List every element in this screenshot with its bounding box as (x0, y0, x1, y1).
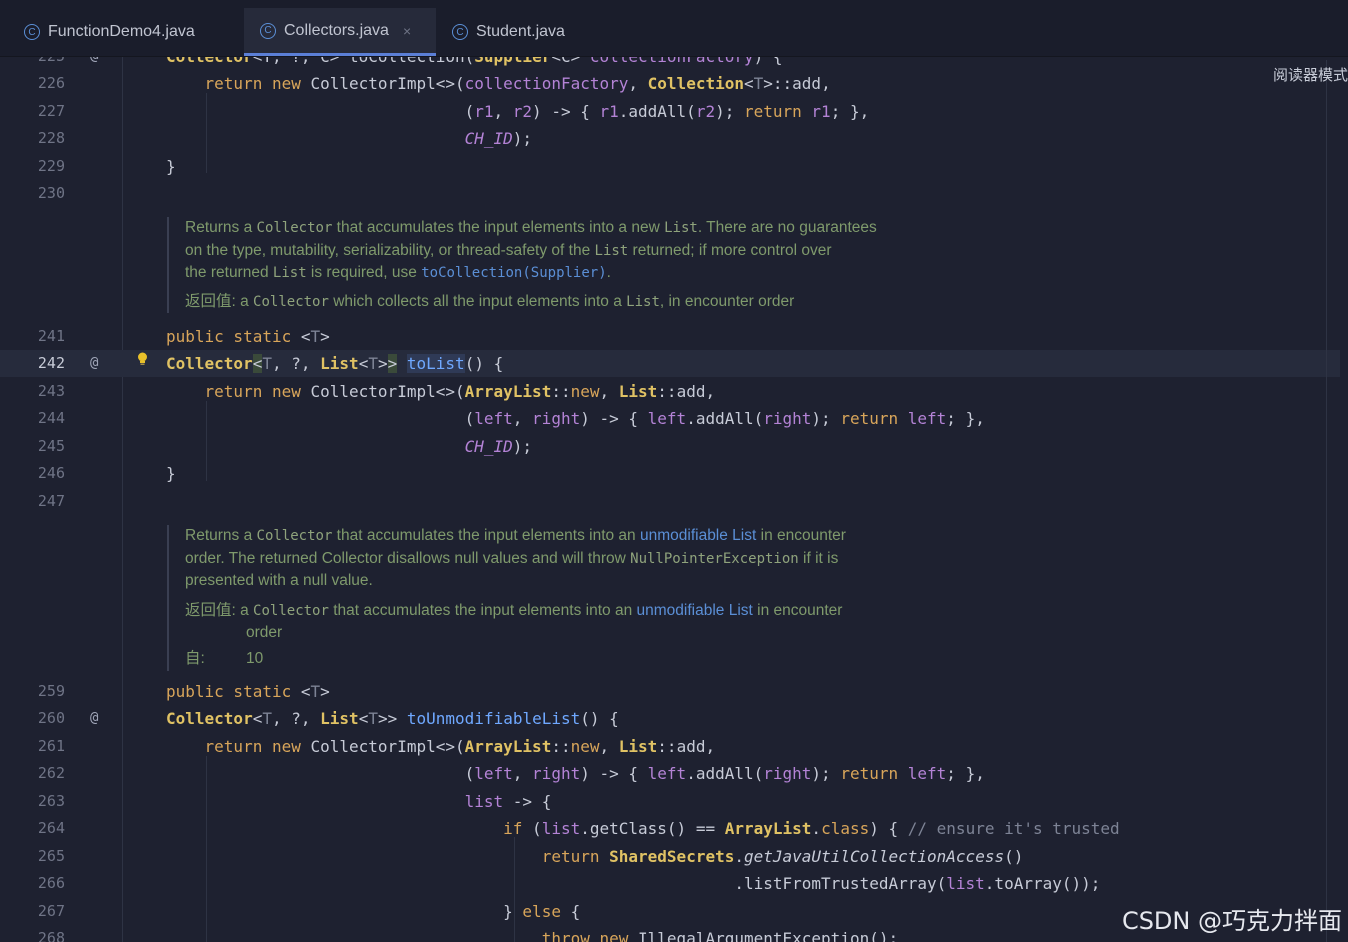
code-text: list -> { (464, 792, 552, 811)
doc-link[interactable]: toCollection(Supplier) (421, 265, 606, 281)
line-number: 261 (37, 737, 65, 755)
doc-line: the returned List is required, use toCol… (185, 264, 611, 281)
close-icon[interactable]: × (403, 23, 411, 39)
code-line-current: 242 @ Collector<T, ?, List<T>> toList() … (0, 350, 1340, 377)
code-line: 260 @ Collector<T, ?, List<T>> toUnmodif… (0, 705, 1340, 732)
override-icon: @ (90, 57, 98, 70)
tab-label: Collectors.java (284, 21, 389, 39)
code-line: 228 CH_ID); (0, 125, 1340, 152)
line-number: 226 (37, 74, 65, 92)
code-text: CH_ID); (464, 437, 533, 456)
doc-line: on the type, mutability, serializability… (185, 241, 832, 259)
line-number: 259 (37, 682, 65, 700)
code-text: public static <T> (166, 327, 330, 346)
doc-line: presented with a null value. (185, 572, 373, 589)
doc-line: Returns a Collector that accumulates the… (185, 527, 846, 544)
code-text: (left, right) -> { left.addAll(right); r… (166, 409, 985, 428)
line-number: 262 (37, 764, 65, 782)
code-text: return new CollectorImpl<>(collectionFac… (204, 74, 831, 93)
code-line: 244 (left, right) -> { left.addAll(right… (0, 405, 1340, 432)
override-icon: @ (90, 355, 99, 371)
code-line: 263 list -> { (0, 788, 1340, 815)
code-text: public static <T> (166, 682, 330, 701)
tab-functiondemo4[interactable]: C FunctionDemo4.java (24, 8, 195, 56)
doc-since: 自: 10 (185, 649, 264, 667)
line-number: 265 (37, 847, 65, 865)
line-number: 264 (37, 819, 65, 837)
code-line: 243 return new CollectorImpl<>(ArrayList… (0, 378, 1340, 405)
tab-student[interactable]: C Student.java (452, 8, 565, 56)
line-number: 245 (37, 437, 65, 455)
line-number: 241 (37, 327, 65, 345)
javadoc-block: Returns a Collector that accumulates the… (167, 217, 985, 313)
code-editor[interactable]: 225 @ Collector<T, ?, C> toCollection(Su… (0, 57, 1348, 942)
class-icon: C (24, 24, 40, 40)
line-number: 242 (37, 354, 65, 372)
code-line: 247 (0, 488, 1340, 515)
line-number: 243 (37, 382, 65, 400)
code-text: (r1, r2) -> { r1.addAll(r2); return r1; … (166, 102, 870, 121)
line-number: 229 (37, 157, 65, 175)
doc-return: 返回值: a Collector that accumulates the in… (185, 601, 843, 619)
reader-mode-button[interactable]: 阅读器模式 (1273, 64, 1348, 85)
line-number: 228 (37, 129, 65, 147)
code-line: 246 } (0, 460, 1340, 487)
code-line: 226 return new CollectorImpl<>(collectio… (0, 70, 1340, 97)
doc-return: 返回值: a Collector which collects all the … (185, 292, 795, 310)
code-line: 259 public static <T> (0, 678, 1340, 705)
code-text: return new CollectorImpl<>(ArrayList::ne… (204, 382, 716, 401)
line-number: 230 (37, 184, 65, 202)
code-text: CH_ID); (464, 129, 533, 148)
tab-label: FunctionDemo4.java (48, 23, 195, 40)
tab-label: Student.java (476, 23, 565, 40)
class-icon: C (260, 22, 276, 39)
doc-line: Returns a Collector that accumulates the… (185, 219, 877, 236)
doc-line: order. The returned Collector disallows … (185, 549, 839, 567)
code-line: 245 CH_ID); (0, 433, 1340, 460)
code-text: throw new IllegalArgumentException(); (541, 929, 899, 942)
line-number: 263 (37, 792, 65, 810)
code-text: return SharedSecrets.getJavaUtilCollecti… (541, 847, 1024, 866)
doc-link[interactable]: unmodifiable List (637, 602, 753, 619)
editor-tab-bar: C FunctionDemo4.java C Collectors.java ×… (0, 0, 1348, 57)
line-number: 246 (37, 464, 65, 482)
code-text: } (166, 464, 176, 483)
class-icon: C (452, 24, 468, 40)
line-number: 260 (37, 709, 65, 727)
code-line: 229 } (0, 153, 1340, 180)
tab-collectors[interactable]: C Collectors.java × (244, 8, 436, 56)
code-text: (left, right) -> { left.addAll(right); r… (166, 764, 985, 783)
lightbulb-icon[interactable] (137, 352, 148, 366)
code-line: 230 (0, 180, 1340, 207)
code-line: 261 return new CollectorImpl<>(ArrayList… (0, 733, 1340, 760)
code-text: if (list.getClass() == ArrayList.class) … (503, 819, 1120, 838)
doc-line: order (246, 624, 283, 641)
javadoc-block: Returns a Collector that accumulates the… (167, 525, 985, 671)
override-icon: @ (90, 710, 99, 726)
code-line: 265 return SharedSecrets.getJavaUtilColl… (0, 843, 1340, 870)
code-line: 227 (r1, r2) -> { r1.addAll(r2); return … (0, 98, 1340, 125)
line-number: 268 (37, 929, 65, 942)
code-line: 241 public static <T> (0, 323, 1340, 350)
line-number: 267 (37, 902, 65, 920)
code-text: } (166, 157, 176, 176)
code-text: return new CollectorImpl<>(ArrayList::ne… (204, 737, 716, 756)
line-number: 247 (37, 492, 65, 510)
line-number: 266 (37, 874, 65, 892)
line-number: 227 (37, 102, 65, 120)
code-text: } else { (166, 902, 581, 921)
code-line: 225 @ Collector<T, ?, C> toCollection(Su… (0, 57, 1340, 70)
code-text: .listFromTrustedArray(list.toArray()); (166, 874, 1101, 893)
code-line: 264 if (list.getClass() == ArrayList.cla… (0, 815, 1340, 842)
right-margin-guide (1326, 60, 1327, 942)
code-line: 262 (left, right) -> { left.addAll(right… (0, 760, 1340, 787)
code-line: 266 .listFromTrustedArray(list.toArray()… (0, 870, 1340, 897)
line-number: 225 (0, 57, 65, 70)
doc-link[interactable]: unmodifiable List (640, 527, 756, 544)
code-text: Collector<T, ?, C> toCollection(Supplier… (166, 57, 783, 70)
code-text: Collector<T, ?, List<T>> toList() { (166, 354, 504, 373)
code-text: Collector<T, ?, List<T>> toUnmodifiableL… (166, 709, 619, 728)
line-number: 244 (37, 409, 65, 427)
watermark: CSDN @巧克力拌面 (1121, 907, 1342, 935)
